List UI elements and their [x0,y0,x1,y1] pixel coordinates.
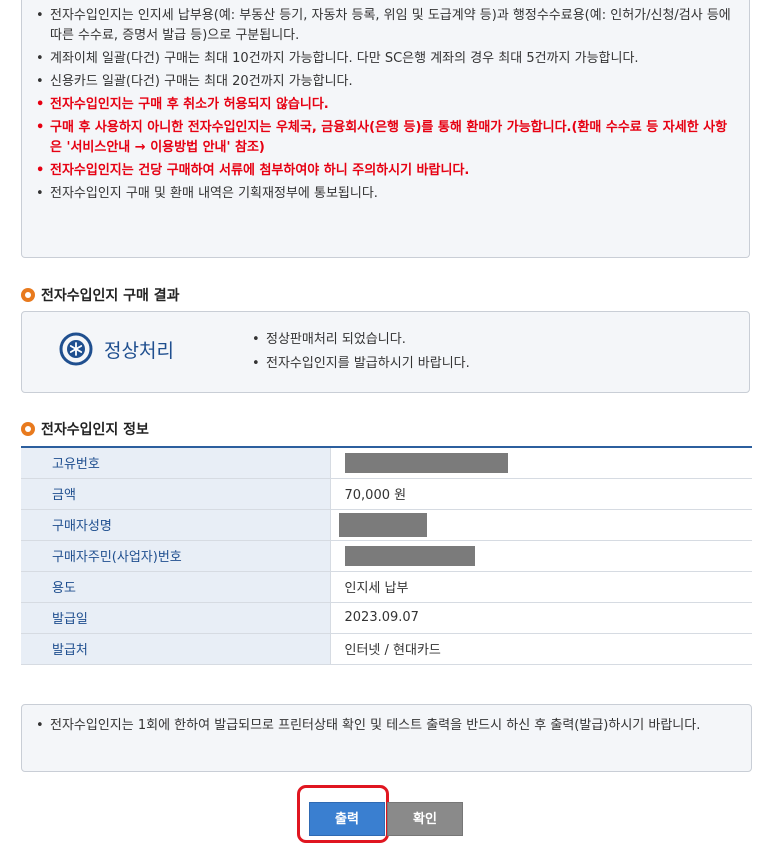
row-value [330,540,752,572]
confirm-button[interactable]: 확인 [387,802,463,836]
row-label: 구매자주민(사업자)번호 [21,540,331,572]
row-label: 금액 [21,478,331,510]
row-value [330,447,752,479]
bullet-icon: • [36,163,45,178]
masked-value [344,452,508,473]
notice-list: • 전자수입인지는 인지세 납부용(예: 부동산 등기, 자동차 등록, 위임 및… [36,6,739,204]
bullet-icon: • [36,120,45,135]
row-value: 2023.09.07 [330,602,752,634]
status-label: 정상처리 [104,340,174,362]
notice-item-2: • 계좌이체 일괄(다건) 구매는 최대 10건까지 가능합니다. 다만 SC은행… [36,49,739,69]
table-row: 고유번호 [21,447,752,479]
stamp-info-table: 고유번호 금액 70,000 원 구매자성명 구매자주민(사업자)번호 용도 인… [21,446,752,665]
bullet-icon: • [36,51,44,66]
bullet-icon: • [36,718,44,733]
notice-item-3: • 신용카드 일괄(다건) 구매는 최대 20건까지 가능합니다. [36,72,739,92]
row-value: 70,000 원 [330,478,752,510]
row-label: 용도 [21,571,331,603]
table-row: 구매자성명 [21,509,752,541]
table-row: 용도 인지세 납부 [21,571,752,603]
print-notice-box: • 전자수입인지는 1회에 한하여 발급되므로 프린터상태 확인 및 테스트 출력… [21,704,752,772]
row-label: 구매자성명 [21,509,331,541]
notice-item-6: • 전자수입인지는 건당 구매하여 서류에 첨부하여야 하니 주의하시기 바랍니다… [36,161,739,181]
table-row: 발급일 2023.09.07 [21,602,752,634]
bullet-icon: • [36,74,44,89]
purchase-result-box: 정상처리 • 정상판매처리 되었습니다. • 전자수입인지를 발급하시기 바랍니다. [21,311,750,393]
masked-value [344,545,475,566]
section-bullet-icon [21,288,35,302]
row-label: 발급처 [21,633,331,665]
notice-item-5: • 구매 후 사용하지 아니한 전자수입인지는 우체국, 금융회사(은행 등)를 … [36,120,728,155]
notice-item-7: • 전자수입인지 구매 및 환매 내역은 기획재정부에 통보됩니다. [36,184,739,204]
masked-value [338,512,427,537]
row-value: 인지세 납부 [330,571,752,603]
notice-item-4: • 전자수입인지는 구매 후 취소가 허용되지 않습니다. [36,95,739,115]
table-row: 발급처 인터넷 / 현대카드 [21,633,752,665]
notice-box: • 전자수입인지는 인지세 납부용(예: 부동산 등기, 자동차 등록, 위임 및… [21,0,750,258]
stamp-info-title: 전자수입인지 정보 [21,420,149,440]
print-button[interactable]: 출력 [309,802,385,836]
bullet-icon: • [252,332,260,347]
print-notice: • 전자수입인지는 1회에 한하여 발급되므로 프린터상태 확인 및 테스트 출력… [36,715,741,737]
result-message-list: • 정상판매처리 되었습니다. • 전자수입인지를 발급하시기 바랍니다. [252,328,470,376]
row-value: 인터넷 / 현대카드 [330,633,752,665]
asterisk-badge-icon [59,332,93,366]
bullet-icon: • [36,97,45,112]
bullet-icon: • [252,356,260,371]
notice-item-1: • 전자수입인지는 인지세 납부용(예: 부동산 등기, 자동차 등록, 위임 및… [36,8,731,43]
purchase-result-title: 전자수입인지 구매 결과 [21,286,180,306]
row-value [330,509,752,541]
bullet-icon: • [36,8,44,23]
table-row: 구매자주민(사업자)번호 [21,540,752,572]
result-message: • 전자수입인지를 발급하시기 바랍니다. [252,352,470,376]
result-message: • 정상판매처리 되었습니다. [252,328,470,352]
row-label: 고유번호 [21,447,331,479]
bullet-icon: • [36,186,44,201]
row-label: 발급일 [21,602,331,634]
table-row: 금액 70,000 원 [21,478,752,510]
section-bullet-icon [21,422,35,436]
